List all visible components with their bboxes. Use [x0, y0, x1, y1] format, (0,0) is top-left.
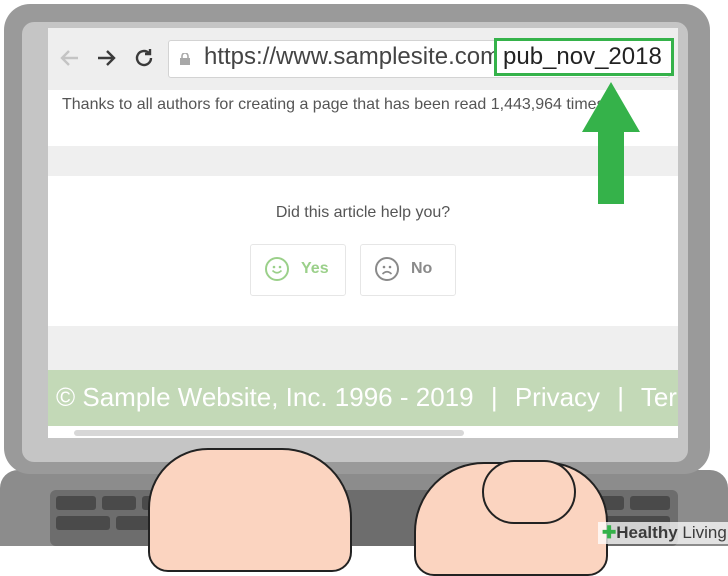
footer-separator: | — [617, 382, 625, 412]
no-button[interactable]: No — [360, 244, 456, 296]
plus-icon: ✚ — [602, 523, 617, 542]
no-label: No — [411, 260, 433, 277]
footer-terms-link[interactable]: Terms — [641, 382, 678, 412]
read-count-text: Thanks to all authors for creating a pag… — [62, 96, 610, 113]
footer-separator: | — [490, 382, 498, 412]
forward-arrow-icon[interactable] — [94, 46, 118, 70]
url-path-text: pub_nov_2018 — [503, 43, 662, 70]
frown-icon — [375, 257, 399, 281]
smile-icon — [265, 257, 289, 281]
horizontal-scrollbar[interactable] — [74, 430, 464, 436]
watermark-brand-suffix: Living — [682, 523, 727, 542]
yes-label: Yes — [301, 260, 329, 277]
yes-button[interactable]: Yes — [250, 244, 346, 296]
feedback-question: Did this article help you? — [275, 204, 451, 221]
footer-copyright: © Sample Website, Inc. 1996 - 2019 — [56, 382, 474, 412]
up-arrow-shaft — [598, 128, 624, 204]
lock-icon — [180, 52, 190, 65]
right-hand-thumb — [482, 460, 576, 524]
watermark-brand: Healthy — [616, 523, 678, 542]
footer-links: © Sample Website, Inc. 1996 - 2019 | Pri… — [56, 380, 678, 414]
back-arrow-icon[interactable] — [58, 46, 82, 70]
section-divider-lower — [48, 326, 678, 370]
watermark-logo: ✚Healthy Living — [598, 522, 728, 544]
reload-icon[interactable] — [132, 46, 156, 70]
section-divider — [48, 146, 678, 176]
up-arrow-icon — [582, 82, 640, 132]
left-hand — [148, 448, 352, 572]
footer-privacy-link[interactable]: Privacy — [515, 382, 600, 412]
url-base-text: https://www.samplesite.com/ — [204, 43, 507, 70]
